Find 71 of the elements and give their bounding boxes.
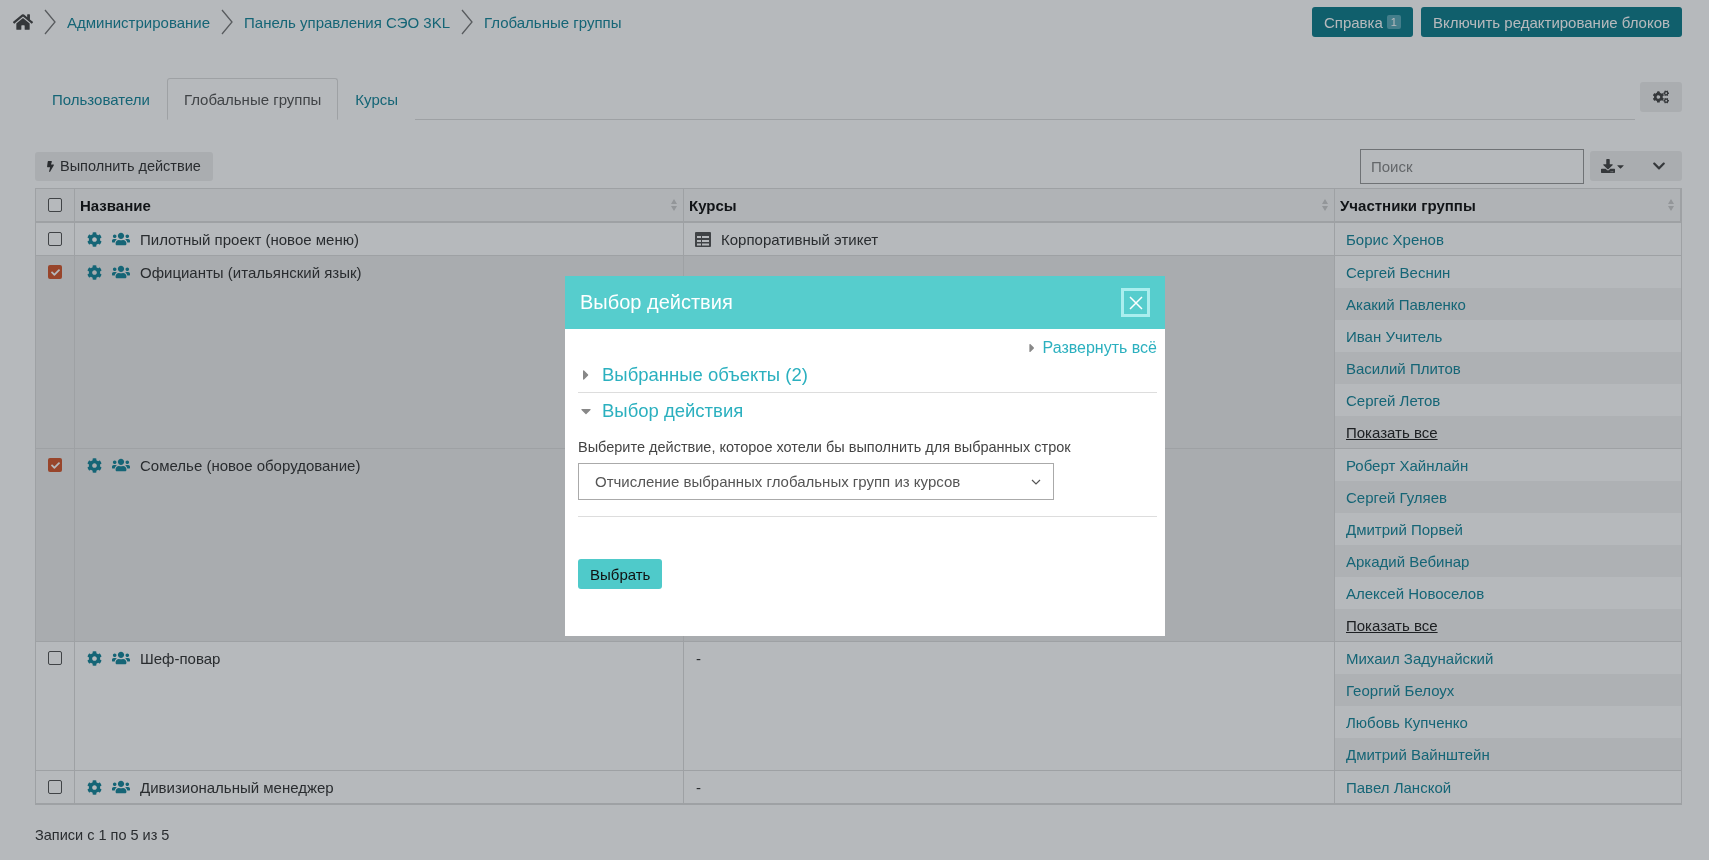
group-name: Сомелье (новое оборудование)	[140, 456, 361, 474]
chevron-icon	[1031, 478, 1041, 485]
member-link[interactable]: Дмитрий Порвей	[1346, 520, 1463, 538]
settings-icon[interactable]	[87, 779, 102, 795]
help-button[interactable]: Справка 1	[1311, 7, 1413, 37]
breadcrumb-separator-icon	[43, 8, 57, 36]
users-icon	[112, 649, 130, 667]
member-link[interactable]: Алексей Новоселов	[1346, 584, 1485, 602]
tab[interactable]: Глобальные группы	[166, 78, 339, 120]
settings-icon[interactable]	[87, 650, 102, 666]
checkbox[interactable]	[48, 458, 62, 472]
checkbox[interactable]	[48, 198, 62, 212]
action-description: Выберите действие, которое хотели бы выполнить для выбранных строк	[578, 439, 1072, 455]
member-link[interactable]: Любовь Купченко	[1346, 713, 1468, 731]
checkbox[interactable]	[48, 265, 62, 279]
settings-icon[interactable]	[87, 457, 102, 473]
member-link[interactable]: Василий Плитов	[1346, 359, 1461, 377]
member-link[interactable]: Иван Учитель	[1346, 327, 1443, 345]
breadcrumb-link[interactable]: Администрирование	[67, 13, 211, 31]
gears-icon	[1653, 89, 1669, 105]
breadcrumb-separator-icon	[460, 8, 474, 36]
breadcrumb-link[interactable]: Панель управления СЭО 3KL	[244, 13, 450, 31]
modal-title: Выбор действия	[580, 291, 733, 314]
member-link[interactable]: Акакий Павленко	[1346, 295, 1466, 313]
course-name: Корпоративный этикет	[721, 230, 879, 248]
table-icon	[695, 231, 711, 247]
member-link[interactable]: Сергей Гуляев	[1346, 488, 1448, 506]
submit-button[interactable]: Выбрать	[578, 559, 663, 589]
empty-value: -	[696, 649, 701, 667]
group-name: Дивизиональный менеджер	[140, 778, 334, 796]
show-all-link[interactable]: Показать все	[1346, 616, 1438, 634]
settings-icon[interactable]	[87, 231, 102, 247]
member-link[interactable]: Сергей Веснин	[1346, 263, 1451, 281]
breadcrumb-link[interactable]: Глобальные группы	[484, 13, 622, 31]
search-field[interactable]: Поиск	[1360, 148, 1584, 184]
member-link[interactable]: Георгий Белоух	[1346, 681, 1455, 699]
settings-button[interactable]	[1640, 82, 1682, 112]
section-title[interactable]: Выбор действия	[602, 400, 744, 422]
users-icon	[112, 230, 130, 248]
count-badge: 1	[1386, 15, 1401, 29]
home-icon[interactable]	[13, 12, 33, 32]
member-link[interactable]: Роберт Хайнлайн	[1346, 456, 1469, 474]
show-all-link[interactable]: Показать все	[1346, 423, 1438, 441]
checkbox[interactable]	[48, 780, 62, 794]
member-link[interactable]: Павел Ланской	[1346, 778, 1452, 796]
member-link[interactable]: Сергей Летов	[1346, 391, 1441, 409]
group-name: Шеф-повар	[140, 649, 221, 667]
empty-value: -	[696, 778, 701, 796]
records-count: Записи с 1 по 5 из 5	[35, 827, 171, 843]
member-link[interactable]: Михаил Задунайский	[1346, 649, 1494, 667]
close-button[interactable]	[1121, 288, 1150, 317]
users-icon	[112, 456, 130, 474]
column-header[interactable]: Курсы	[689, 196, 737, 214]
action-select[interactable]: Отчисление выбранных глобальных групп из курсов	[578, 463, 1054, 500]
action-button[interactable]: Выполнить действие	[35, 151, 213, 181]
download-icon	[1600, 159, 1615, 173]
edit-blocks-button[interactable]: Включить редактирование блоков	[1420, 7, 1682, 37]
close-icon	[1128, 295, 1143, 310]
settings-icon[interactable]	[87, 264, 102, 280]
breadcrumb-separator-icon	[220, 8, 235, 36]
column-header[interactable]: Название	[80, 196, 151, 214]
group-name: Официанты (итальянский язык)	[140, 263, 362, 281]
bolt-icon	[45, 160, 56, 172]
member-link[interactable]: Борис Хренов	[1346, 230, 1444, 248]
users-icon	[112, 778, 130, 796]
checkbox[interactable]	[48, 232, 62, 246]
users-icon	[112, 263, 130, 281]
expand-all-link[interactable]: Развернуть всё	[1024, 339, 1157, 357]
group-name: Пилотный проект (новое меню)	[140, 230, 359, 248]
section-title[interactable]: Выбранные объекты (2)	[602, 363, 808, 386]
checkbox[interactable]	[48, 651, 62, 665]
